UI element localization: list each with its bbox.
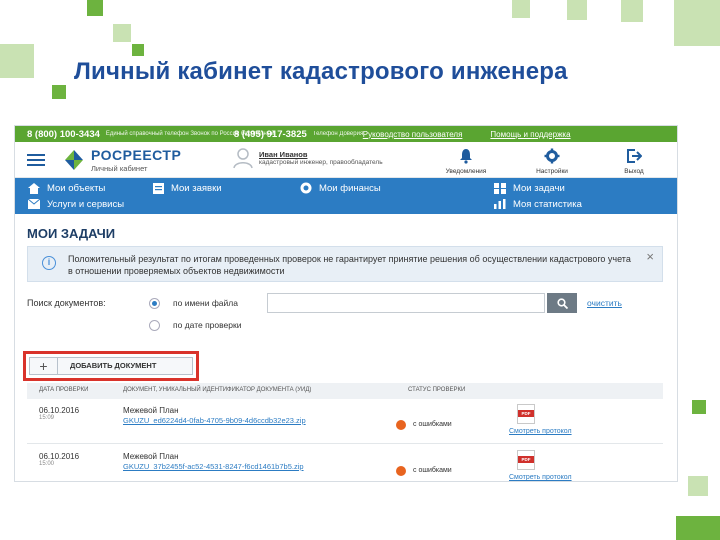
bell-icon <box>460 149 472 164</box>
list-icon <box>152 182 164 194</box>
search-label: Поиск документов: <box>27 298 106 308</box>
user-guide-link[interactable]: Руководство пользователя <box>363 130 463 139</box>
close-icon[interactable]: × <box>646 249 654 264</box>
logo-name: РОСРЕЕСТР <box>91 146 182 163</box>
radio-by-date[interactable] <box>149 320 160 331</box>
row-date: 06.10.2016 <box>39 406 80 415</box>
gear-icon <box>544 148 560 164</box>
logo[interactable]: РОСРЕЕСТР Личный кабинет <box>63 147 181 173</box>
decor-square <box>132 44 144 56</box>
coin-icon <box>300 182 312 194</box>
settings-button[interactable]: Настройки <box>529 144 575 175</box>
bar-chart-icon <box>494 199 506 209</box>
row-document-uid-link[interactable]: GKUZU_ed6224d4-0fab-4705-9b09-4d6ccdb32e… <box>123 416 306 425</box>
decor-square <box>688 476 708 496</box>
info-banner: i Положительный результат по итогам пров… <box>27 246 663 282</box>
radio-by-filename-label[interactable]: по имени файла <box>173 298 238 308</box>
notifications-label: Уведомления <box>445 168 487 175</box>
row-time: 15:09 <box>39 415 55 421</box>
logo-subtitle: Личный кабинет <box>91 163 148 173</box>
nav-my-objects[interactable]: Мои объекты <box>27 182 105 194</box>
table-header: ДАТА ПРОВЕРКИ ДОКУМЕНТ, УНИКАЛЬНЫЙ ИДЕНТ… <box>27 383 663 399</box>
radio-by-filename[interactable] <box>149 298 160 309</box>
view-report-link[interactable]: Смотреть протокол <box>509 474 572 481</box>
pdf-icon[interactable]: PDF <box>517 450 535 470</box>
add-document-label: ДОБАВИТЬ ДОКУМЕНТ <box>70 361 157 370</box>
decor-square <box>52 85 66 99</box>
pdf-icon[interactable]: PDF <box>517 404 535 424</box>
portal-screenshot: 8 (800) 100-3434 Единый справочный телеф… <box>14 125 678 482</box>
column-header-document[interactable]: ДОКУМЕНТ, УНИКАЛЬНЫЙ ИДЕНТИФИКАТОР ДОКУМ… <box>123 387 311 393</box>
row-status: с ошибками <box>413 467 452 474</box>
home-icon <box>28 182 40 194</box>
view-report-link[interactable]: Смотреть протокол <box>509 428 572 435</box>
info-icon: i <box>42 256 56 270</box>
table-row: 06.10.2016 15:00 Межевой План GKUZU_37b2… <box>27 446 663 481</box>
settings-label: Настройки <box>536 168 568 175</box>
row-divider <box>27 443 663 444</box>
hotline-note: Единый справочный телефон Звонок по Росс… <box>105 130 275 137</box>
add-document-highlight: + ДОБАВИТЬ ДОКУМЕНТ <box>23 351 199 381</box>
nav-my-requests[interactable]: Мои заявки <box>151 182 222 194</box>
notifications-button[interactable]: Уведомления <box>443 144 489 175</box>
help-link[interactable]: Помощь и поддержка <box>490 130 570 139</box>
tasks-icon <box>494 182 506 194</box>
trust-note: Телефон Доверия <box>312 130 364 137</box>
logout-label: Выход <box>624 168 644 175</box>
main-nav: Мои объекты Мои заявки Мои финансы Мои з… <box>15 178 677 214</box>
nav-label: Услуги и сервисы <box>47 198 125 210</box>
status-error-dot <box>396 466 406 476</box>
row-document-uid-link[interactable]: GKUZU_37b2455f-ac52-4531-8247-f6cd1461b7… <box>123 462 304 471</box>
row-date: 06.10.2016 <box>39 452 80 461</box>
nav-my-stats[interactable]: Моя статистика <box>493 198 582 210</box>
user-block[interactable]: Иван Иванов кадастровый инженер, правооб… <box>233 147 383 169</box>
clear-link[interactable]: очистить <box>587 298 622 308</box>
column-header-status[interactable]: СТАТУС ПРОВЕРКИ <box>408 387 465 393</box>
decor-square <box>567 0 587 20</box>
decor-square <box>87 0 103 16</box>
row-time: 15:00 <box>39 461 55 467</box>
slide-title: Личный кабинет кадастрового инженера <box>74 58 568 85</box>
search-button[interactable] <box>547 293 577 313</box>
decor-square <box>113 24 131 42</box>
decor-square <box>621 0 643 22</box>
nav-my-finances[interactable]: Мои финансы <box>299 182 381 194</box>
nav-label: Мои заявки <box>171 182 222 194</box>
page-title: МОИ ЗАДАЧИ <box>27 226 116 241</box>
nav-label: Мои объекты <box>47 182 106 194</box>
nav-label: Моя статистика <box>513 198 582 210</box>
nav-my-tasks[interactable]: Мои задачи <box>493 182 565 194</box>
decor-square <box>0 44 34 78</box>
radio-by-date-label[interactable]: по дате проверки <box>173 320 241 330</box>
decor-square <box>692 400 706 414</box>
logout-icon <box>627 149 642 163</box>
table-row: 06.10.2016 15:09 Межевой План GKUZU_ed62… <box>27 400 663 446</box>
add-document-button[interactable]: + ДОБАВИТЬ ДОКУМЕНТ <box>29 357 193 375</box>
row-status: с ошибками <box>413 421 452 428</box>
decor-square <box>674 0 720 46</box>
rosreestr-logo-icon <box>65 149 83 170</box>
nav-label: Мои финансы <box>319 182 381 194</box>
hotline-phone: 8 (800) 100-3434 <box>27 128 100 140</box>
row-document-type: Межевой План <box>123 406 179 415</box>
decor-square <box>676 516 720 540</box>
search-icon <box>556 297 568 309</box>
header: РОСРЕЕСТР Личный кабинет Иван Иванов кад… <box>15 142 677 178</box>
user-name[interactable]: Иван Иванов <box>259 150 383 159</box>
decor-square <box>512 0 530 18</box>
user-role: кадастровый инженер, правообладатель <box>259 159 383 166</box>
plus-icon: + <box>30 358 58 374</box>
logout-button[interactable]: Выход <box>611 144 657 175</box>
column-header-date[interactable]: ДАТА ПРОВЕРКИ <box>39 387 88 393</box>
avatar-icon <box>233 148 253 169</box>
status-error-dot <box>396 420 406 430</box>
row-document-type: Межевой План <box>123 452 179 461</box>
top-bar: 8 (800) 100-3434 Единый справочный телеф… <box>15 126 677 142</box>
envelope-icon <box>28 199 40 209</box>
nav-label: Мои задачи <box>513 182 565 194</box>
search-input[interactable] <box>267 293 545 313</box>
info-text: Положительный результат по итогам провед… <box>68 254 631 276</box>
menu-icon[interactable] <box>15 142 57 178</box>
nav-services[interactable]: Услуги и сервисы <box>27 198 124 210</box>
